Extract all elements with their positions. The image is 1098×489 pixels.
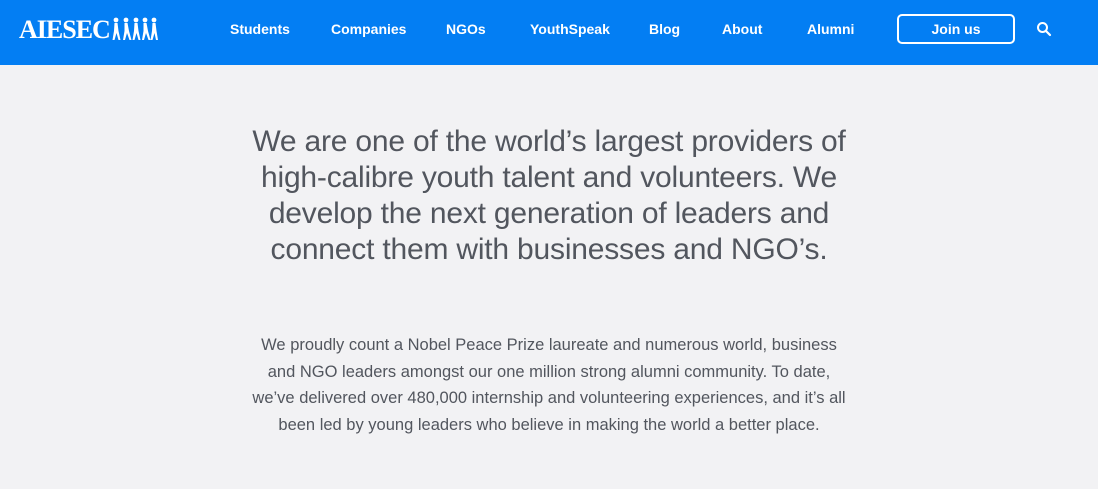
nav-alumni[interactable]: Alumni	[807, 20, 854, 38]
search-icon[interactable]	[1036, 21, 1052, 37]
nav-students[interactable]: Students	[230, 20, 290, 38]
nav-blog[interactable]: Blog	[649, 20, 680, 38]
hero-body-text: We proudly count a Nobel Peace Prize lau…	[252, 336, 846, 434]
logo-text: AIESEC	[19, 15, 111, 44]
top-navbar: AIESEC Students Companies NGOs YouthSpea…	[0, 0, 1098, 65]
nav-about[interactable]: About	[722, 20, 762, 38]
nav-youthspeak[interactable]: YouthSpeak	[530, 20, 610, 38]
join-us-button[interactable]: Join us	[897, 14, 1015, 44]
aiesec-logo[interactable]: AIESEC	[19, 15, 158, 45]
walking-people-icon	[112, 17, 158, 40]
hero-headline: We are one of the world’s largest provid…	[252, 125, 846, 266]
nav-companies[interactable]: Companies	[331, 20, 406, 38]
nav-ngos[interactable]: NGOs	[446, 20, 486, 38]
